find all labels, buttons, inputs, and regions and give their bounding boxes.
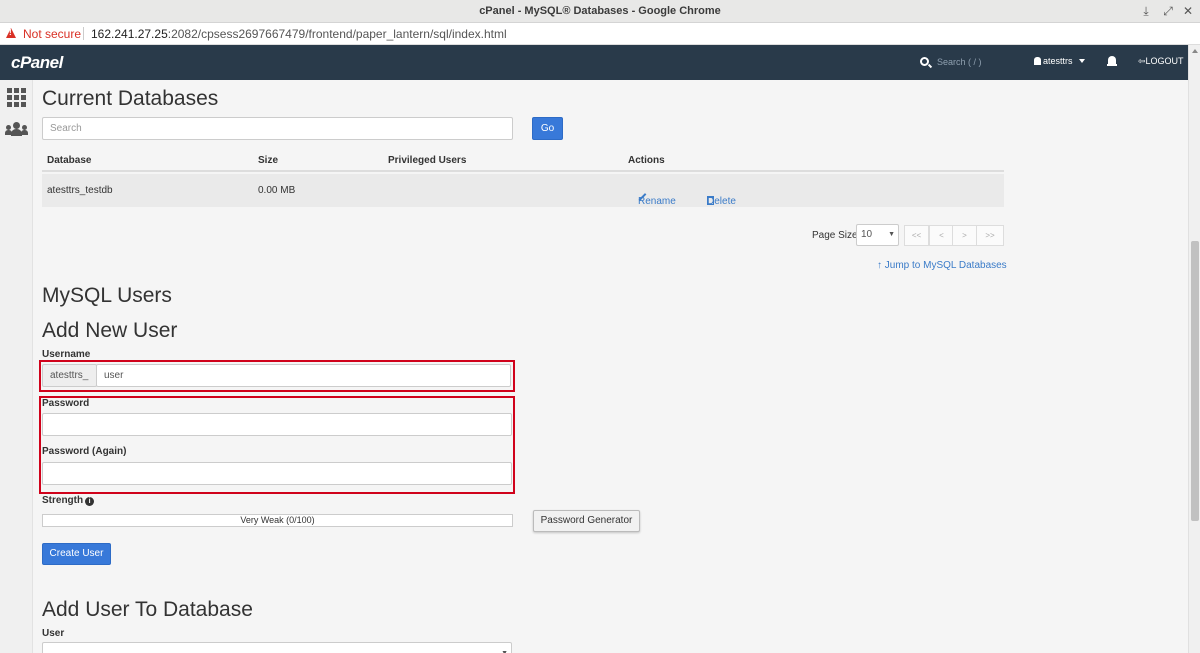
password-again-label: Password (Again) [42,446,127,457]
close-icon[interactable]: ✕ [1181,4,1195,18]
mysql-users-heading: MySQL Users [42,284,172,307]
password-generator-button[interactable]: Password Generator [533,510,640,532]
scroll-up-icon[interactable] [1192,49,1198,53]
url-path: :2082/cpsess2697667479/frontend/paper_la… [167,27,507,41]
header-search-input[interactable]: Search ( / ) [937,57,982,67]
rename-label: Rename [638,196,676,207]
add-user-to-database-heading: Add User To Database [42,598,253,621]
add-new-user-heading: Add New User [42,319,178,342]
user-select[interactable]: ▼ [42,642,512,653]
table-header: Database Size Privileged Users Actions [42,150,1004,172]
column-header[interactable]: Database [47,155,91,166]
bell-icon[interactable] [1107,56,1117,67]
page-size-value: 10 [861,229,873,240]
sidebar [0,80,33,653]
create-user-button[interactable]: Create User [42,543,111,565]
first-page-button[interactable]: << [904,225,929,246]
go-button[interactable]: Go [532,117,563,140]
security-label[interactable]: Not secure [23,27,81,41]
strength-label: Strength i [42,495,95,506]
strength-meter: Very Weak (0/100) [42,514,513,527]
main-content: Current Databases Search Go Database Siz… [34,80,1188,653]
user-label: User [42,628,65,639]
address-bar[interactable]: Not secure 162.241.27.25:2082/cpsess2697… [0,23,1200,45]
page-size-select[interactable]: 10 ▼ [856,224,899,246]
delete-label: Delete [707,196,736,207]
caret-down-icon [1078,59,1085,63]
username-input[interactable]: user [96,364,511,387]
password-label: Password [42,398,90,409]
warning-icon[interactable] [6,28,16,38]
arrow-up-icon: ↑ [877,260,885,271]
logout-icon: ⇦ [1138,56,1146,66]
database-size: 0.00 MB [258,185,296,196]
table-row: atesttrs_testdb 0.00 MB Rename Delete [42,174,1004,207]
users-icon[interactable] [5,122,29,136]
user-icon [1034,57,1041,65]
jump-to-databases-link[interactable]: ↑ Jump to MySQL Databases [877,260,1007,271]
prev-page-button[interactable]: < [929,225,954,246]
maximize-icon[interactable]: ⤢ [1161,4,1175,18]
window-title: cPanel - MySQL® Databases - Google Chrom… [479,5,721,17]
user-menu[interactable]: atesttrs [1034,56,1085,66]
database-search-input[interactable]: Search [42,117,513,140]
dropdown-arrow-icon: ▼ [888,231,895,238]
dropdown-arrow-icon: ▼ [501,643,508,653]
database-name: atesttrs_testdb [47,185,113,196]
info-icon[interactable]: i [85,497,95,506]
username: atesttrs [1043,56,1073,66]
scrollbar[interactable] [1188,45,1200,653]
last-page-button[interactable]: >> [976,225,1004,246]
minimize-icon[interactable]: ⤓ [1139,4,1153,18]
url-host: 162.241.27.25 [91,27,168,41]
strength-label-text: Strength [42,495,84,506]
column-header: Actions [628,155,665,166]
current-databases-heading: Current Databases [42,87,219,110]
logout-button[interactable]: ⇦LOGOUT [1138,56,1184,67]
logout-label: LOGOUT [1145,56,1184,66]
next-page-button[interactable]: > [952,225,977,246]
divider [83,27,84,40]
column-header: Privileged Users [388,155,467,166]
scrollbar-thumb[interactable] [1191,241,1199,521]
window-titlebar: cPanel - MySQL® Databases - Google Chrom… [0,0,1200,23]
username-label: Username [42,349,91,360]
search-icon[interactable] [920,57,929,66]
grid-icon[interactable] [7,88,26,107]
username-prefix: atesttrs_ [42,364,97,387]
cpanel-header: cPanel Search ( / ) atesttrs ⇦LOGOUT [0,45,1188,80]
strength-text: Very Weak (0/100) [240,515,315,525]
url-text[interactable]: 162.241.27.25:2082/cpsess2697667479/fron… [91,27,507,41]
column-header[interactable]: Size [258,155,278,166]
page-size-label: Page Size [812,230,858,241]
jump-link-label: Jump to MySQL Databases [884,260,1007,271]
password-input[interactable] [42,413,512,436]
cpanel-logo[interactable]: cPanel [11,53,63,73]
password-again-input[interactable] [42,462,512,485]
